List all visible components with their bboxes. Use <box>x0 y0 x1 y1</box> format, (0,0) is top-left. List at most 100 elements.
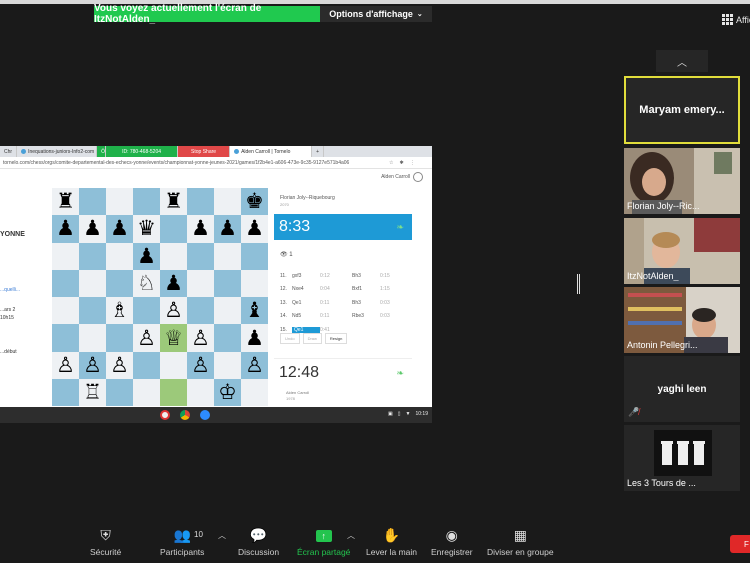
board-square[interactable] <box>160 351 187 380</box>
notification-icon[interactable]: ▣ <box>388 411 393 417</box>
board-square[interactable] <box>241 379 268 407</box>
board-square[interactable] <box>241 242 268 270</box>
address-bar[interactable]: tornelo.com/chess/orgs/comite-departemen… <box>0 157 432 169</box>
stop-share-button[interactable]: Stop Share <box>178 146 231 157</box>
board-square[interactable] <box>133 379 160 407</box>
board-square[interactable]: ♟ <box>241 324 268 352</box>
board-square[interactable] <box>214 324 241 352</box>
record-button[interactable]: ◉ Enregistrer <box>431 527 473 557</box>
wifi-icon[interactable]: ▼ <box>406 411 411 417</box>
board-square[interactable] <box>133 351 160 380</box>
board-square[interactable]: ♙ <box>187 351 214 380</box>
menu-icon[interactable]: ⋮ <box>410 160 415 166</box>
chess-board[interactable]: ♜ ♜ ♚ ♟ ♟ ♟ ♛ ♟ ♟ ♟ ♟ ♘ ♟ ♗ ♙ ♝ ♙ ♕ ♙ ♟ ♙ ♙ ♙ ♙ ♙ ♖ ♔ <box>52 188 268 407</box>
board-square[interactable]: ♙ <box>160 297 187 325</box>
resize-handle[interactable] <box>577 274 580 294</box>
gmail-icon[interactable] <box>160 410 170 420</box>
board-square[interactable] <box>52 269 79 298</box>
participant-tile[interactable]: Maryam emery... <box>624 76 740 144</box>
board-square[interactable]: ♟ <box>79 215 106 243</box>
board-square[interactable] <box>187 242 214 270</box>
board-square[interactable] <box>214 188 241 216</box>
board-square[interactable] <box>79 242 106 270</box>
board-square[interactable] <box>187 188 214 216</box>
board-square[interactable] <box>79 269 106 298</box>
board-square[interactable] <box>79 188 106 216</box>
board-square[interactable]: ♜ <box>52 188 79 216</box>
breakout-rooms-button[interactable]: ▦ Diviser en groupe <box>487 527 554 557</box>
chrome-icon[interactable] <box>180 410 190 420</box>
board-square[interactable]: ♟ <box>187 215 214 243</box>
zoom-icon[interactable] <box>200 410 210 420</box>
board-square[interactable] <box>160 242 187 270</box>
board-square[interactable]: ♟ <box>106 215 133 243</box>
board-square[interactable]: ♟ <box>52 215 79 243</box>
board-square[interactable] <box>241 269 268 298</box>
board-square[interactable]: ♟ <box>133 242 160 270</box>
board-square[interactable]: ♖ <box>79 379 106 407</box>
board-square[interactable]: ♟ <box>160 269 187 298</box>
chevron-up-icon[interactable]: ︿ <box>218 530 226 541</box>
board-square[interactable] <box>187 379 214 407</box>
security-button[interactable]: ⛨ Sécurité <box>90 527 121 557</box>
board-square[interactable]: ♘ <box>133 269 160 298</box>
board-square[interactable] <box>106 269 133 298</box>
board-square[interactable]: ♗ <box>106 297 133 325</box>
view-options-button[interactable]: Options d'affichage ⌄ <box>320 6 432 22</box>
board-square[interactable] <box>52 297 79 325</box>
undo-button[interactable]: Undo <box>280 333 300 344</box>
board-square[interactable]: ♙ <box>241 351 268 380</box>
board-square[interactable]: ♟ <box>214 215 241 243</box>
board-square[interactable] <box>214 351 241 380</box>
board-square[interactable]: ♙ <box>52 351 79 380</box>
chevron-up-icon[interactable]: ︿ <box>347 530 355 541</box>
board-square[interactable] <box>106 242 133 270</box>
share-screen-button[interactable]: ↑ Écran partagé <box>297 527 350 557</box>
board-square[interactable] <box>79 324 106 352</box>
browser-tab[interactable]: Inequations-juniors-Info2-com <box>17 146 98 157</box>
board-square[interactable] <box>133 297 160 325</box>
board-square[interactable] <box>52 324 79 352</box>
board-square[interactable]: ♙ <box>106 351 133 380</box>
board-square[interactable] <box>79 297 106 325</box>
board-square[interactable] <box>52 242 79 270</box>
board-square[interactable] <box>160 215 187 243</box>
move-row[interactable]: 12. Nxe4 0:04 Bxf1 1:15 <box>280 283 408 297</box>
participant-tile[interactable]: Les 3 Tours de ... <box>624 425 740 491</box>
board-square[interactable]: ♙ <box>187 324 214 352</box>
participant-tile[interactable]: Florian Joly--Ric... <box>624 148 740 214</box>
new-tab-button[interactable]: + <box>312 146 324 157</box>
chat-button[interactable]: 💬 Discussion <box>238 527 279 557</box>
board-square[interactable] <box>106 379 133 407</box>
event-link[interactable]: ...quelli... <box>0 287 20 293</box>
board-square[interactable]: ♝ <box>241 297 268 325</box>
board-square[interactable]: ♛ <box>133 215 160 243</box>
participant-tile[interactable]: yaghi leen 🎤̸ <box>624 356 740 422</box>
gallery-scroll-up-button[interactable]: ︿ <box>656 50 708 72</box>
participant-tile[interactable]: ItzNotAlden_ <box>624 218 740 284</box>
board-square[interactable]: ♜ <box>160 188 187 216</box>
board-square[interactable]: ♟ <box>241 215 268 243</box>
board-square[interactable] <box>187 297 214 325</box>
browser-tab[interactable]: Chr <box>0 146 18 157</box>
board-square[interactable]: ♕ <box>160 324 187 352</box>
view-toggle-button[interactable]: Affic <box>722 14 750 25</box>
move-row[interactable]: 11. gxf3 0:12 Bh3 0:15 <box>280 269 408 283</box>
board-square[interactable] <box>214 297 241 325</box>
board-square[interactable]: ♙ <box>133 324 160 352</box>
resign-button[interactable]: Resign <box>324 333 348 344</box>
board-square[interactable] <box>133 188 160 216</box>
star-icon[interactable]: ☆ <box>389 160 393 166</box>
board-square[interactable] <box>106 324 133 352</box>
participant-tile[interactable]: Antonin Pellegri... <box>624 287 740 353</box>
draw-button[interactable]: Draw <box>302 333 322 344</box>
board-square[interactable] <box>187 269 214 298</box>
board-square[interactable]: ♙ <box>79 351 106 380</box>
raise-hand-button[interactable]: ✋ Lever la main <box>366 527 417 557</box>
extension-icon[interactable]: ✱ <box>399 160 403 166</box>
board-square[interactable]: ♔ <box>214 379 241 407</box>
board-square[interactable] <box>106 188 133 216</box>
move-row[interactable]: 14. Nd5 0:11 Rbe3 0:03 <box>280 310 408 324</box>
avatar[interactable] <box>413 172 423 182</box>
end-meeting-button[interactable]: F <box>730 535 750 553</box>
